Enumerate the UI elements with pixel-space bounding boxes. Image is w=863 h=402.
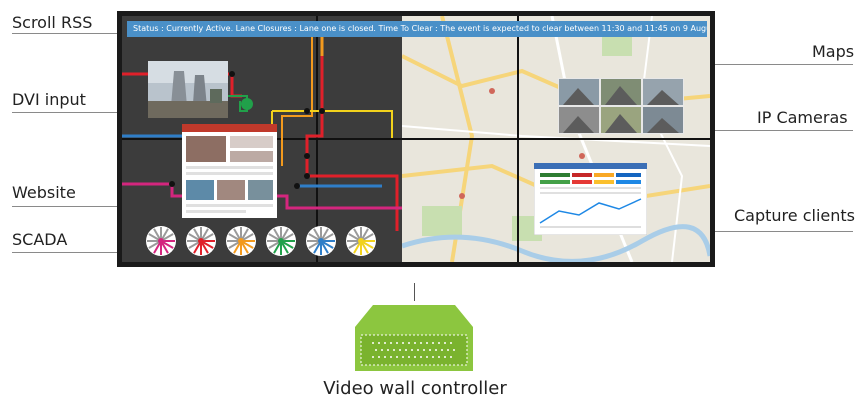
callout-maps: Maps	[812, 42, 855, 61]
scada-gauge-icon	[146, 226, 176, 256]
video-wall-controller-icon	[355, 305, 473, 371]
controller-label: Video wall controller	[323, 378, 507, 399]
callout-scada: SCADA	[12, 230, 68, 249]
website-panel	[182, 124, 277, 218]
scada-gauge-icon	[226, 226, 256, 256]
video-wall: Status : Currently Active. Lane Closures…	[117, 11, 715, 267]
leader-scroll-rss	[12, 33, 130, 34]
callout-ip-cameras: IP Cameras	[757, 108, 848, 127]
ip-cameras-panel	[558, 78, 684, 134]
scada-gauge-icon	[346, 226, 376, 256]
callout-scroll-rss: Scroll RSS	[12, 13, 93, 32]
scada-gauge-icon	[266, 226, 296, 256]
dvi-input-panel	[148, 61, 228, 118]
video-wall-screen: Status : Currently Active. Lane Closures…	[122, 16, 710, 262]
callout-website: Website	[12, 183, 76, 202]
callout-dvi-input: DVI input	[12, 90, 86, 109]
connector-line	[414, 283, 415, 301]
rss-ticker: Status : Currently Active. Lane Closures…	[127, 21, 707, 37]
scada-gauge-icon	[186, 226, 216, 256]
scada-gauge-icon	[306, 226, 336, 256]
leader-scada	[12, 252, 122, 253]
bezel-vertical-2	[517, 16, 519, 262]
callout-capture-clients: Capture clients	[734, 206, 855, 225]
capture-client-panel	[534, 163, 647, 235]
